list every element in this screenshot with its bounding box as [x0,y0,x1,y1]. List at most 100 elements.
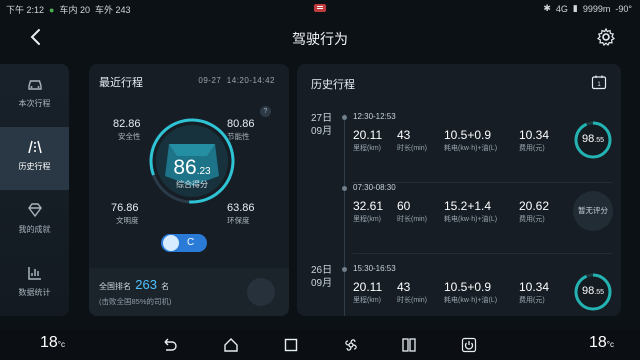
sidebar-item-label: 本次行程 [18,99,51,108]
sidebar-item-history[interactable]: 历史行程 [0,127,69,190]
score-label: 综合得分 [176,180,208,189]
trip-time: 07:30-08:30 [353,183,396,192]
status-bar: 下午 2:12 ● 车内 20 车外 243 ✱ 4G ▮ 9999m -90° [0,0,640,18]
trip-item[interactable]: 07:30-08:30 32.61 里程(km) 60 时长(min) 15.2+1… [297,183,621,253]
trip-energy: 10.5+0.9 耗电(kw·h)+油(L) [444,280,497,305]
trip-day: 26日 [311,265,333,276]
trip-item[interactable]: 27日 09月 12:30-12:53 20.11 里程(km) 43 时长(min… [297,112,621,182]
stat-value: 15.2+1.4 [444,199,492,213]
trip-date: 27日 09月 [311,112,332,138]
rank-subtext: (击败全国85%的司机) [99,297,172,306]
metric-value: 82.86 [113,118,141,130]
leaf-icon: ● [49,4,55,15]
stat-value: 20.11 [353,280,383,294]
national-rank[interactable]: 全国排名 263 名 (击败全国85%的司机) [89,268,289,316]
trophy-icon [163,235,179,251]
stat-unit: 耗电(kw·h)+油(L) [444,297,498,304]
trip-duration: 60 时长(min) [397,199,427,224]
recent-trip-title: 最近行程 [99,77,143,89]
bar-chart-icon [27,267,41,280]
help-icon[interactable]: ? [260,106,271,117]
header: 驾驶行为 [0,20,640,54]
stat-unit: 耗电(kw·h)+油(L) [444,216,498,223]
score-dec: .55 [594,289,604,296]
sidebar-item-statistics[interactable]: 数据统计 [0,253,69,316]
recent-trip-range: 14:20-14:42 [226,76,275,85]
overall-score: 86.23 [159,156,225,180]
score-dec: .23 [196,166,211,177]
recent-trip-time: 09-27 14:20-14:42 [198,76,275,85]
stat-unit: 时长(min) [397,297,427,304]
sidebar-item-label: 历史行程 [18,162,51,171]
stat-value: 10.5+0.9 [444,280,492,294]
stat-unit: 费用(元) [519,216,545,223]
grade-badge[interactable]: C [161,234,207,252]
metric-label: 安全性 [118,132,141,141]
trip-distance: 20.11 里程(km) [353,128,382,153]
trip-score: 98.55 [573,285,613,297]
stat-value: 43 [397,128,411,142]
stat-unit: 耗电(kw·h)+油(L) [444,145,498,152]
fan-icon[interactable] [342,336,360,354]
timeline-dot [342,267,347,272]
sidebar-item-label: 我的成就 [18,225,51,234]
trip-cost: 10.34 费用(元) [519,280,549,305]
no-score-badge: 暂无评分 [573,191,613,231]
bluetooth-icon: ✱ [543,3,551,13]
rank-number: 263 [135,277,157,292]
temp-value: 18 [40,334,58,351]
stat-value: 60 [397,199,411,213]
diamond-icon [27,203,42,218]
stat-unit: 里程(km) [353,145,381,152]
stat-value: 10.5+0.9 [444,128,492,142]
history-title: 历史行程 [311,79,355,91]
temp-left[interactable]: 18°c [40,334,65,352]
trip-cost: 20.62 费用(元) [519,199,549,224]
trip-time: 15:30-16:53 [353,264,396,273]
trip-cost: 10.34 费用(元) [519,128,549,153]
floating-button[interactable] [247,278,275,306]
trip-score: 98.55 [573,133,613,145]
svg-text:1: 1 [597,82,601,88]
recent-apps-icon[interactable] [282,336,300,354]
return-icon[interactable] [160,336,178,354]
metric-value: 76.86 [111,202,139,214]
trip-duration: 43 时长(min) [397,128,427,153]
stat-value: 10.34 [519,128,550,142]
stat-unit: 时长(min) [397,145,427,152]
trip-item[interactable]: 26日 09月 15:30-16:53 20.11 里程(km) 43 时长(min… [297,264,621,316]
page-title: 驾驶行为 [292,31,348,47]
score-dec: .55 [594,137,604,144]
outside-temp: 车外 243 [94,5,131,15]
trip-distance: 20.11 里程(km) [353,280,382,305]
system-navbar: 18°c 18°c [0,330,640,360]
stat-value: 20.62 [519,199,550,213]
temp-unit: °c [57,340,65,349]
sidebar: 本次行程 历史行程 我的成就 数据统计 [0,64,69,316]
sidebar-item-current-trip[interactable]: 本次行程 [0,64,69,127]
home-icon[interactable] [222,336,240,354]
power-icon[interactable] [460,336,478,354]
split-screen-icon[interactable] [400,336,418,354]
stat-value: 43 [397,280,411,294]
stat-unit: 时长(min) [397,216,427,223]
stat-unit: 费用(元) [519,145,545,152]
metric-safety: 82.86 安全性 [113,118,141,142]
rank-suffix: 名 [161,282,170,291]
temp-right[interactable]: 18°c [589,334,614,352]
stat-unit: 里程(km) [353,216,381,223]
recent-trip-panel: 最近行程 09-27 14:20-14:42 ? 82.86 安全性 80.86… [89,64,289,316]
trip-energy: 10.5+0.9 耗电(kw·h)+油(L) [444,128,497,153]
calendar-icon[interactable]: 1 [591,74,607,90]
stat-value: 20.11 [353,128,383,142]
temp-right-status: -90° [615,3,632,14]
sidebar-item-achievements[interactable]: 我的成就 [0,190,69,253]
stat-value: 32.61 [353,199,384,213]
timeline-dot [342,186,347,191]
score-int: 98 [582,285,595,297]
gear-icon[interactable] [596,27,616,47]
trip-distance: 32.61 里程(km) [353,199,383,224]
clock: 下午 2:12 [6,5,45,15]
stat-value: 10.34 [519,280,550,294]
trip-energy: 15.2+1.4 耗电(kw·h)+油(L) [444,199,497,224]
